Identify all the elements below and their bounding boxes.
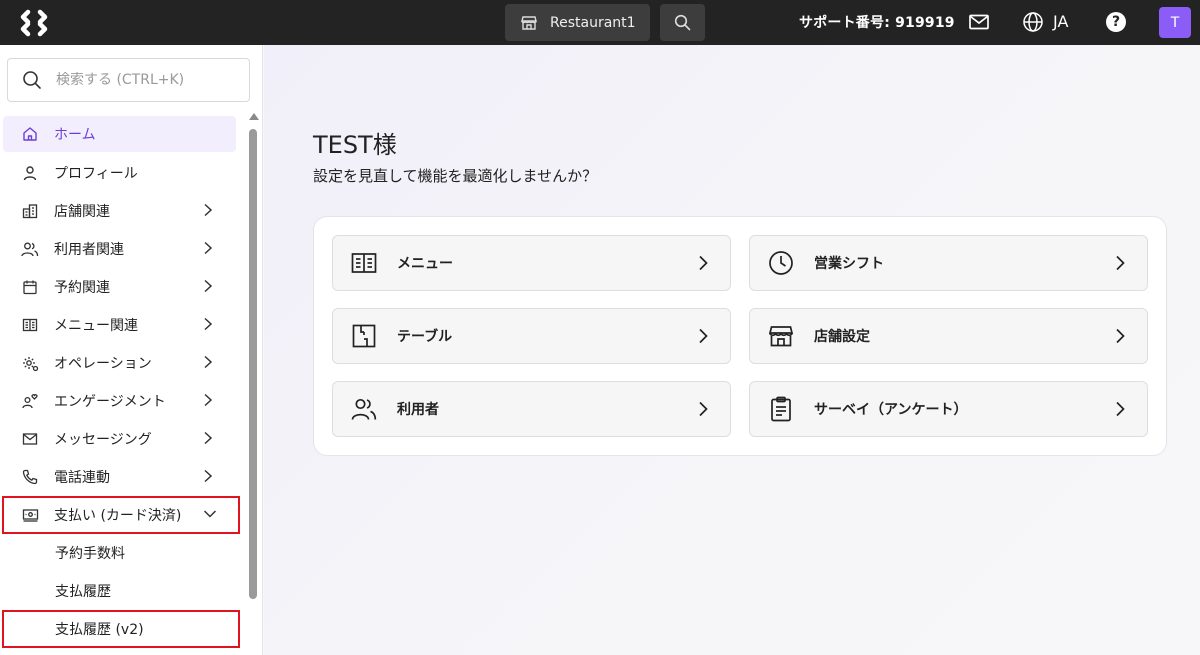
scroll-up-arrow-icon[interactable] bbox=[249, 113, 259, 120]
sidebar-item-home[interactable]: ホーム bbox=[3, 116, 236, 152]
chevron-right-icon bbox=[204, 431, 213, 445]
card-label: 店舗設定 bbox=[814, 329, 870, 345]
sidebar-item-label: 支払い (カード決済) bbox=[54, 508, 182, 524]
sidebar-item-menu[interactable]: メニュー関連 bbox=[0, 306, 243, 344]
engagement-icon bbox=[21, 392, 39, 410]
card-label: サーベイ（アンケート） bbox=[814, 402, 968, 418]
table-layout-icon bbox=[351, 323, 377, 349]
help-icon[interactable]: ? bbox=[1106, 12, 1126, 32]
sidebar-item-label: 店舗関連 bbox=[54, 204, 110, 220]
global-search-button[interactable] bbox=[660, 4, 705, 41]
chevron-right-icon bbox=[204, 355, 213, 369]
clock-icon bbox=[768, 250, 794, 276]
menu-book-icon bbox=[351, 250, 377, 276]
chevron-right-icon bbox=[204, 469, 213, 483]
phone-icon bbox=[21, 468, 39, 486]
sidebar-item-label: ホーム bbox=[54, 127, 96, 143]
sidebar-subitem-label: 支払履歴 (v2) bbox=[55, 622, 144, 638]
search-icon bbox=[23, 71, 41, 89]
sidebar-item-store[interactable]: 店舗関連 bbox=[0, 192, 243, 230]
chevron-right-icon bbox=[1116, 255, 1125, 271]
sidebar: ホーム プロフィール 店舗関連 利用者関連 bbox=[0, 45, 263, 655]
user-icon bbox=[21, 164, 39, 182]
calendar-icon bbox=[21, 278, 39, 296]
sidebar-item-reservations[interactable]: 予約関連 bbox=[0, 268, 243, 306]
quick-settings-panel: メニュー 営業シフト テーブル 店舗設定 利用者 サーベイ（アンケート） bbox=[313, 216, 1167, 456]
language-selector[interactable]: JA bbox=[1053, 12, 1068, 31]
chevron-down-icon bbox=[203, 510, 217, 518]
sidebar-scrollbar[interactable] bbox=[247, 113, 259, 653]
chevron-right-icon bbox=[699, 401, 708, 417]
sidebar-subitem-reservation-fee[interactable]: 予約手数料 bbox=[0, 534, 243, 572]
chevron-right-icon bbox=[204, 317, 213, 331]
clipboard-icon bbox=[768, 396, 794, 422]
sidebar-nav: ホーム プロフィール 店舗関連 利用者関連 予約関連 メニュー関連 オペレーショ… bbox=[0, 116, 243, 648]
store-name: Restaurant1 bbox=[550, 14, 636, 31]
greeting-subtitle: 設定を見直して機能を最適化しませんか？ bbox=[313, 167, 598, 185]
sidebar-search-input[interactable] bbox=[56, 72, 226, 88]
users-icon bbox=[21, 240, 39, 258]
user-avatar[interactable]: T bbox=[1159, 7, 1191, 38]
chevron-right-icon bbox=[204, 241, 213, 255]
sidebar-item-users[interactable]: 利用者関連 bbox=[0, 230, 243, 268]
sidebar-item-phone[interactable]: 電話連動 bbox=[0, 458, 243, 496]
chevron-right-icon bbox=[699, 255, 708, 271]
chevron-right-icon bbox=[204, 279, 213, 293]
card-label: メニュー bbox=[397, 256, 453, 272]
scrollbar-thumb[interactable] bbox=[249, 129, 257, 599]
sidebar-item-operations[interactable]: オペレーション bbox=[0, 344, 243, 382]
mail-icon[interactable] bbox=[968, 12, 990, 36]
sidebar-search[interactable] bbox=[7, 58, 250, 102]
sidebar-item-messaging[interactable]: メッセージング bbox=[0, 420, 243, 458]
card-table[interactable]: テーブル bbox=[332, 308, 731, 364]
card-label: テーブル bbox=[397, 329, 453, 345]
card-users[interactable]: 利用者 bbox=[332, 381, 731, 437]
sidebar-item-label: エンゲージメント bbox=[54, 394, 166, 410]
store-icon bbox=[768, 323, 794, 349]
sidebar-subitem-payment-history-v2[interactable]: 支払履歴 (v2) bbox=[2, 610, 240, 648]
home-icon bbox=[21, 125, 39, 143]
chevron-right-icon bbox=[204, 393, 213, 407]
search-icon bbox=[674, 14, 691, 31]
top-bar: Restaurant1 サポート番号: 919919 JA ? T bbox=[0, 0, 1200, 45]
sidebar-item-profile[interactable]: プロフィール bbox=[0, 154, 243, 192]
users-icon bbox=[351, 396, 377, 422]
chevron-right-icon bbox=[1116, 328, 1125, 344]
sidebar-subitem-payment-history[interactable]: 支払履歴 bbox=[0, 572, 243, 610]
chevron-right-icon bbox=[204, 203, 213, 217]
chevron-right-icon bbox=[699, 328, 708, 344]
menu-book-icon bbox=[21, 316, 39, 334]
card-label: 営業シフト bbox=[814, 256, 884, 272]
store-selector-button[interactable]: Restaurant1 bbox=[505, 4, 650, 41]
sidebar-item-label: オペレーション bbox=[54, 356, 152, 372]
sidebar-item-label: 電話連動 bbox=[54, 470, 110, 486]
card-business-shift[interactable]: 営業シフト bbox=[749, 235, 1148, 291]
sidebar-item-label: 予約関連 bbox=[54, 280, 110, 296]
chevron-right-icon bbox=[1116, 401, 1125, 417]
main-content: TEST様 設定を見直して機能を最適化しませんか？ メニュー 営業シフト テーブ… bbox=[264, 45, 1200, 655]
sidebar-item-engagement[interactable]: エンゲージメント bbox=[0, 382, 243, 420]
building-icon bbox=[21, 202, 39, 220]
sidebar-item-label: メニュー関連 bbox=[54, 318, 138, 334]
sidebar-item-label: プロフィール bbox=[54, 166, 138, 182]
card-survey[interactable]: サーベイ（アンケート） bbox=[749, 381, 1148, 437]
store-icon bbox=[521, 15, 537, 30]
sidebar-subitem-label: 予約手数料 bbox=[55, 546, 125, 562]
operations-gear-icon bbox=[21, 354, 39, 372]
sidebar-item-label: 利用者関連 bbox=[54, 242, 124, 258]
card-menu[interactable]: メニュー bbox=[332, 235, 731, 291]
card-store-settings[interactable]: 店舗設定 bbox=[749, 308, 1148, 364]
support-number: サポート番号: 919919 bbox=[799, 15, 955, 31]
mail-icon bbox=[21, 430, 39, 448]
sidebar-subitem-label: 支払履歴 bbox=[55, 584, 111, 600]
sidebar-item-label: メッセージング bbox=[54, 432, 152, 448]
sidebar-item-payment[interactable]: 支払い (カード決済) bbox=[2, 496, 240, 534]
card-label: 利用者 bbox=[397, 402, 439, 418]
greeting-title: TEST様 bbox=[313, 131, 397, 159]
payment-card-icon bbox=[21, 506, 39, 524]
app-logo-icon[interactable] bbox=[19, 8, 49, 38]
globe-icon[interactable] bbox=[1022, 11, 1044, 37]
